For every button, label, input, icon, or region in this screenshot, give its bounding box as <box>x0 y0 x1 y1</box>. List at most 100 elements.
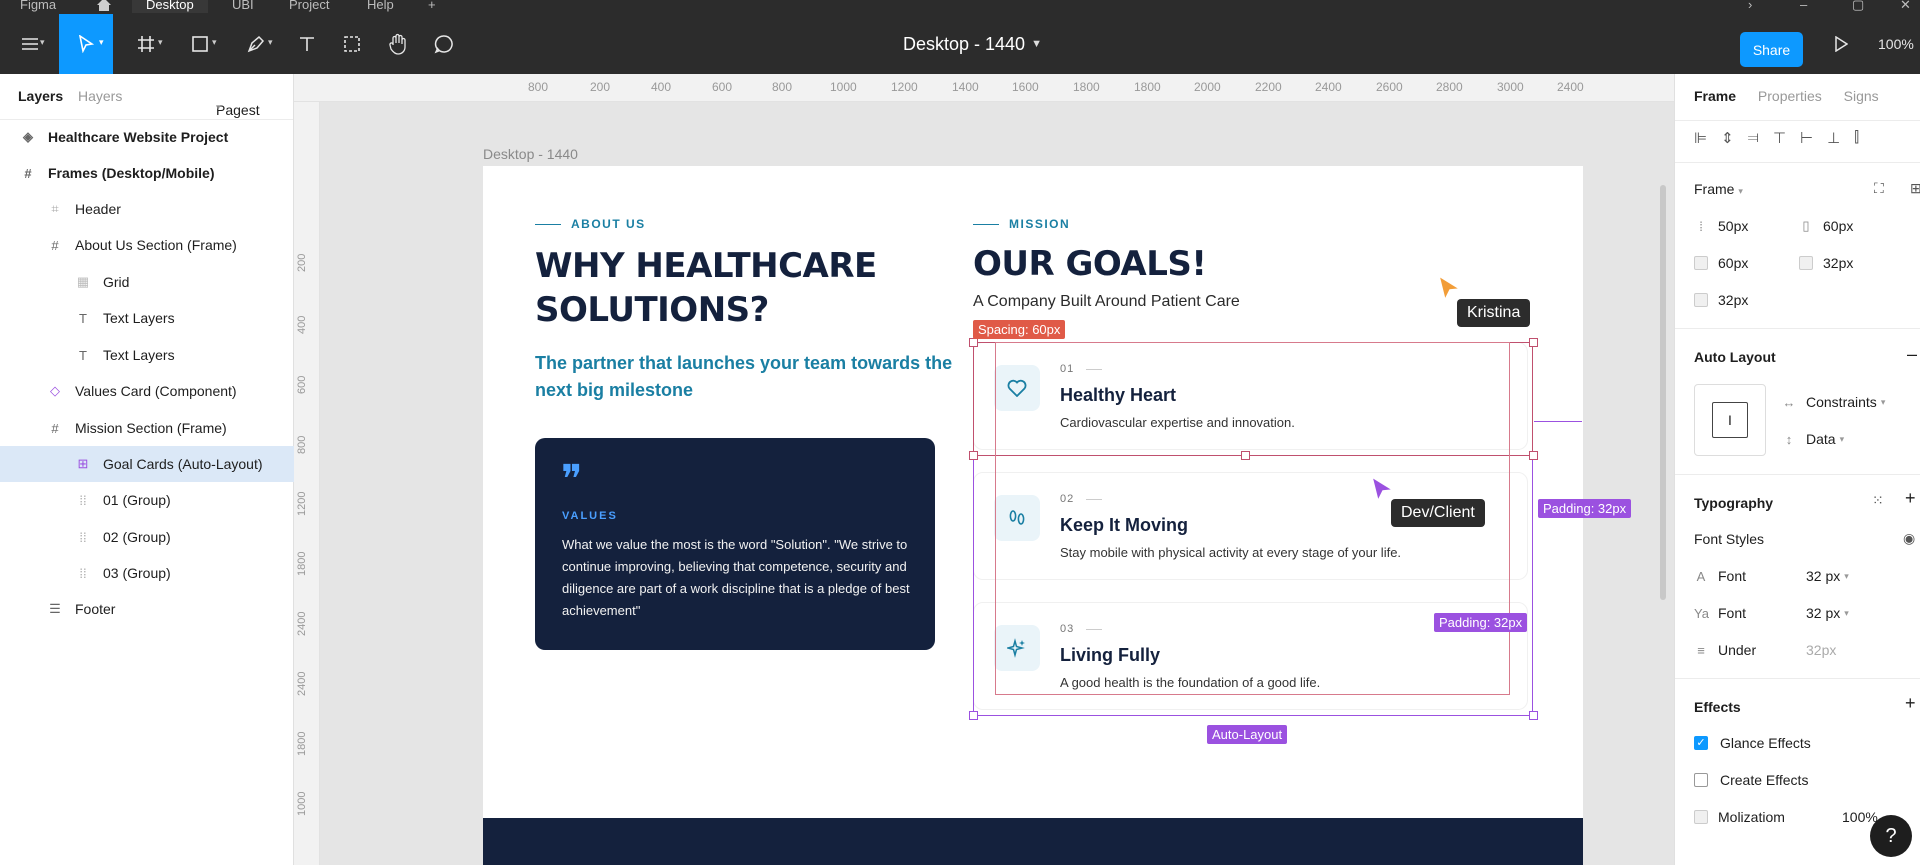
grid-view-icon[interactable]: ⊞ <box>1910 180 1920 197</box>
tab-signs[interactable]: Signs <box>1844 88 1879 104</box>
layer-item[interactable]: ◈ Healthcare Website Project <box>0 119 294 155</box>
tab-hayers[interactable]: Hayers <box>78 88 122 104</box>
frame-field-value: 32px <box>1823 255 1854 271</box>
align-right-icon[interactable]: ⫤ <box>1748 129 1759 147</box>
line-height-icon: ≡ <box>1697 642 1705 658</box>
ruler-tick: 1200 <box>891 80 918 94</box>
tab-ubi[interactable]: UBI <box>232 0 254 13</box>
eye-icon[interactable]: ◉ <box>1903 530 1915 547</box>
tab-properties[interactable]: Properties <box>1758 88 1822 104</box>
layer-item[interactable]: ⌗ Header <box>0 191 294 227</box>
layer-item[interactable]: ⁞⁞ 01 (Group) <box>0 482 294 518</box>
tab-frame[interactable]: Frame <box>1694 88 1736 104</box>
shape-tool-button[interactable]: ▾ <box>178 14 222 74</box>
layer-label: Text Layers <box>103 347 175 363</box>
add-icon[interactable]: + <box>1905 693 1916 714</box>
layer-item[interactable]: ▦ Grid <box>0 264 294 300</box>
frame-field[interactable]: ⁞ 50px <box>1694 218 1748 234</box>
frame-field[interactable]: 32px <box>1694 292 1748 308</box>
layer-item-selected[interactable]: ⊞ Goal Cards (Auto-Layout) <box>0 446 294 482</box>
data-dropdown[interactable]: ↕ Data ▾ <box>1782 431 1844 447</box>
goal-number: 02 <box>1060 493 1103 505</box>
layer-item[interactable]: # About Us Section (Frame) <box>0 227 294 263</box>
canvas-scrollbar[interactable] <box>1660 185 1666 600</box>
resize-handle[interactable] <box>1241 451 1250 460</box>
resources-tool-button[interactable] <box>336 14 368 74</box>
align-top-icon[interactable]: ⊤ <box>1773 129 1786 147</box>
fullscreen-icon[interactable]: ⛶ <box>1874 180 1884 197</box>
chevron-right-icon[interactable]: › <box>1748 0 1752 13</box>
resize-handle[interactable] <box>1529 711 1538 720</box>
main-menu-button[interactable]: ▾ <box>10 14 50 74</box>
frame-field[interactable]: ▯ 60px <box>1799 218 1853 234</box>
layer-item[interactable]: T Text Layers <box>0 337 294 373</box>
font-size-value[interactable]: 32px <box>1806 642 1836 658</box>
layer-label: 02 (Group) <box>103 529 171 545</box>
text-tool-button[interactable] <box>291 14 323 74</box>
tab-desktop[interactable]: Desktop <box>132 0 208 13</box>
frame-label[interactable]: Desktop - 1440 <box>483 146 578 162</box>
align-bottom-icon[interactable]: ⊥ <box>1827 129 1840 147</box>
frame-tool-button[interactable]: ▾ <box>126 14 166 74</box>
frame-field[interactable]: 32px <box>1799 255 1853 271</box>
app-name[interactable]: Figma <box>20 0 56 13</box>
constraints-dropdown[interactable]: ↔ Constraints ▾ <box>1782 394 1886 410</box>
share-button[interactable]: Share <box>1740 32 1803 67</box>
layer-item[interactable]: # Frames (Desktop/Mobile) <box>0 155 294 191</box>
alignment-grid[interactable]: I <box>1694 384 1766 456</box>
align-center-v-icon[interactable]: ⊢ <box>1800 129 1813 147</box>
resize-handle[interactable] <box>1529 451 1538 460</box>
minimize-icon[interactable]: – <box>1800 0 1807 13</box>
frame-field[interactable]: 60px <box>1694 255 1748 271</box>
close-icon[interactable]: ✕ <box>1900 0 1911 13</box>
comment-tool-button[interactable] <box>428 14 460 74</box>
home-icon[interactable] <box>95 0 113 14</box>
collapse-icon[interactable]: – <box>1907 344 1917 365</box>
pen-tool-button[interactable]: ▾ <box>234 14 278 74</box>
font-icon: A <box>1696 568 1706 584</box>
styles-grid-icon[interactable]: ⁙ <box>1872 492 1884 509</box>
frame-section-title[interactable]: Frame ▾ <box>1694 181 1743 197</box>
font-row[interactable]: A Font <box>1694 568 1746 584</box>
layer-item[interactable]: ◇ Values Card (Component) <box>0 373 294 409</box>
layer-item[interactable]: T Text Layers <box>0 300 294 336</box>
effect-value[interactable]: 100% <box>1842 809 1878 825</box>
add-icon[interactable]: + <box>1905 488 1916 509</box>
help-button[interactable]: ? <box>1870 815 1912 857</box>
font-row[interactable]: Ya Font <box>1694 605 1746 621</box>
resize-handle[interactable] <box>969 451 978 460</box>
present-button[interactable] <box>1826 14 1856 74</box>
hand-tool-button[interactable] <box>382 14 414 74</box>
file-title-dropdown[interactable]: Desktop - 1440 ▼ <box>903 14 1042 74</box>
layer-item[interactable]: ⁞⁞ 03 (Group) <box>0 555 294 591</box>
resize-handle[interactable] <box>969 338 978 347</box>
font-size-dropdown[interactable]: 32 px ▾ <box>1806 568 1849 584</box>
values-card[interactable]: ❞ VALUES What we value the most is the w… <box>535 438 935 650</box>
layer-item[interactable]: ☰ Footer <box>0 591 294 627</box>
move-tool-button[interactable]: ▾ <box>59 14 113 74</box>
goal-number-text: 03 <box>1060 623 1075 635</box>
layer-item[interactable]: ⁞⁞ 02 (Group) <box>0 519 294 555</box>
font-size-dropdown[interactable]: 32 px ▾ <box>1806 605 1849 621</box>
goal-description: A good health is the foundation of a goo… <box>1060 675 1321 690</box>
resize-handle[interactable] <box>1529 338 1538 347</box>
font-row[interactable]: ≡ Under <box>1694 642 1756 658</box>
effect-row[interactable]: Molizatiom <box>1694 809 1785 825</box>
new-tab-button[interactable]: + <box>428 0 436 13</box>
zoom-level[interactable]: 100% <box>1878 14 1914 74</box>
align-left-icon[interactable]: ⊫ <box>1694 129 1707 147</box>
footer-section[interactable] <box>483 818 1583 865</box>
tab-project[interactable]: Project <box>289 0 329 13</box>
layer-item[interactable]: # Mission Section (Frame) <box>0 410 294 446</box>
distribute-icon[interactable]: ⫿ <box>1854 129 1859 147</box>
effect-row[interactable]: Create Effects <box>1694 772 1808 788</box>
checkbox-checked[interactable]: ✓ <box>1694 736 1708 750</box>
maximize-icon[interactable]: ▢ <box>1852 0 1864 13</box>
resize-handle[interactable] <box>969 711 978 720</box>
tab-layers[interactable]: Layers <box>18 88 63 104</box>
effect-row[interactable]: ✓ Glance Effects <box>1694 735 1811 751</box>
checkbox-unchecked[interactable] <box>1694 773 1708 787</box>
tab-help[interactable]: Help <box>367 0 394 13</box>
goal-card[interactable]: 01 Healthy Heart Cardiovascular expertis… <box>973 342 1528 450</box>
align-center-h-icon[interactable]: ⇕ <box>1721 129 1734 147</box>
